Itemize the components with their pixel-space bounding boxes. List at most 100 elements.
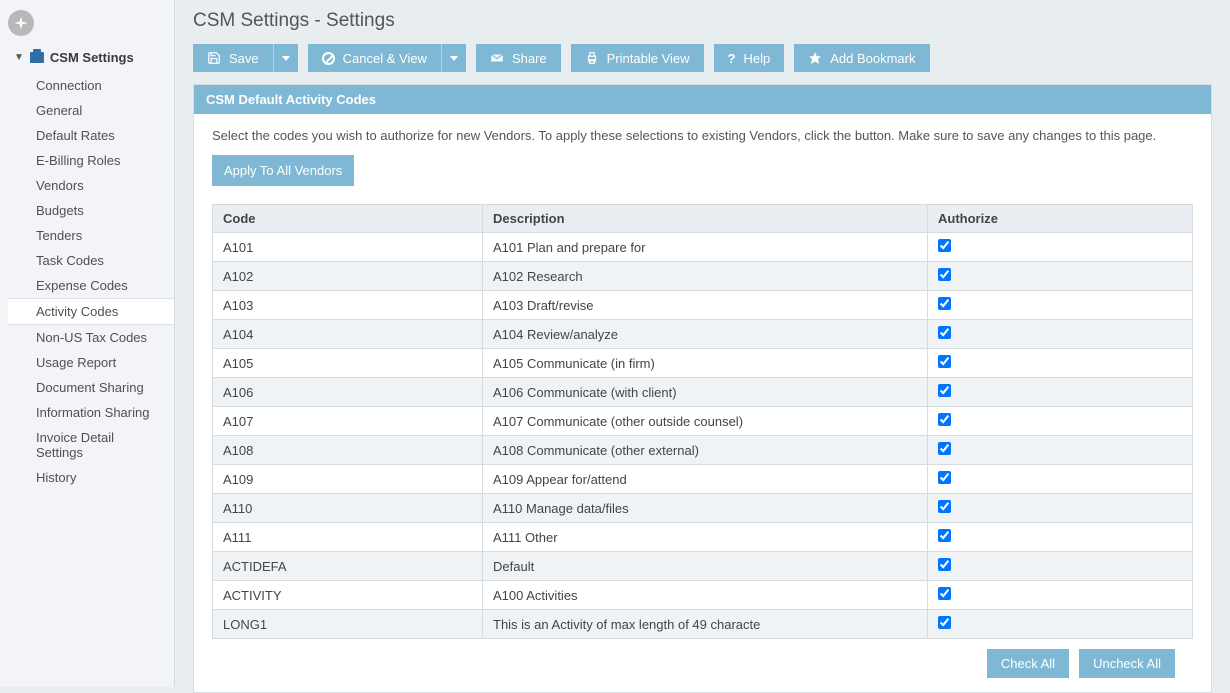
cell-code: A109 [213,465,483,494]
cell-authorize [928,378,1193,407]
cell-code: ACTIVITY [213,581,483,610]
sidebar-item-usage-report[interactable]: Usage Report [8,350,174,375]
authorize-checkbox[interactable] [938,384,951,397]
sidebar-item-document-sharing[interactable]: Document Sharing [8,375,174,400]
briefcase-icon [30,52,44,63]
activity-codes-panel: CSM Default Activity Codes Select the co… [193,84,1212,693]
save-button[interactable]: Save [193,44,273,72]
cell-description: A101 Plan and prepare for [483,233,928,262]
authorize-checkbox[interactable] [938,558,951,571]
sidebar-item-invoice-detail-settings[interactable]: Invoice Detail Settings [8,425,174,465]
authorize-checkbox[interactable] [938,239,951,252]
cell-code: A111 [213,523,483,552]
sidebar-item-information-sharing[interactable]: Information Sharing [8,400,174,425]
cell-code: A106 [213,378,483,407]
authorize-checkbox[interactable] [938,297,951,310]
sidebar-item-budgets[interactable]: Budgets [8,198,174,223]
sidebar-root-label: CSM Settings [50,50,134,65]
sidebar-item-label: History [36,470,76,485]
sidebar-item-label: Task Codes [36,253,104,268]
cancel-icon [322,52,335,65]
sidebar-item-label: Usage Report [36,355,116,370]
cell-code: ACTIDEFA [213,552,483,581]
authorize-checkbox[interactable] [938,471,951,484]
sidebar-item-default-rates[interactable]: Default Rates [8,123,174,148]
uncheck-all-button[interactable]: Uncheck All [1079,649,1175,678]
authorize-checkbox[interactable] [938,529,951,542]
cell-code: A103 [213,291,483,320]
sidebar-item-task-codes[interactable]: Task Codes [8,248,174,273]
sidebar-item-e-billing-roles[interactable]: E-Billing Roles [8,148,174,173]
save-dropdown-button[interactable] [273,44,298,72]
cell-code: A107 [213,407,483,436]
sidebar-item-general[interactable]: General [8,98,174,123]
table-row: A106A106 Communicate (with client) [213,378,1193,407]
panel-instructions: Select the codes you wish to authorize f… [212,128,1193,143]
cancel-view-button[interactable]: Cancel & View [308,44,441,72]
cell-authorize [928,262,1193,291]
cell-authorize [928,291,1193,320]
app-logo-icon [8,10,34,36]
help-label: Help [743,51,770,66]
table-row: A104A104 Review/analyze [213,320,1193,349]
table-row: A105A105 Communicate (in firm) [213,349,1193,378]
cancel-button-group: Cancel & View [308,44,466,72]
table-row: A110A110 Manage data/files [213,494,1193,523]
table-row: ACTIVITYA100 Activities [213,581,1193,610]
printable-view-button[interactable]: Printable View [571,44,704,72]
cell-authorize [928,320,1193,349]
cancel-dropdown-button[interactable] [441,44,466,72]
sidebar-item-label: Invoice Detail Settings [36,430,114,460]
check-all-button[interactable]: Check All [987,649,1069,678]
sidebar-item-label: Non-US Tax Codes [36,330,147,345]
sidebar-root-csm-settings[interactable]: ▼ CSM Settings [8,46,174,69]
sidebar-item-expense-codes[interactable]: Expense Codes [8,273,174,298]
apply-to-all-vendors-button[interactable]: Apply To All Vendors [212,155,354,186]
add-bookmark-button[interactable]: Add Bookmark [794,44,929,72]
sidebar-item-activity-codes[interactable]: Activity Codes [8,298,174,325]
table-row: ACTIDEFADefault [213,552,1193,581]
sidebar-item-tenders[interactable]: Tenders [8,223,174,248]
panel-header: CSM Default Activity Codes [194,85,1211,114]
share-icon [490,51,504,65]
cell-description: A110 Manage data/files [483,494,928,523]
authorize-checkbox[interactable] [938,500,951,513]
cell-description: A100 Activities [483,581,928,610]
authorize-checkbox[interactable] [938,442,951,455]
cell-description: Default [483,552,928,581]
cell-description: A106 Communicate (with client) [483,378,928,407]
col-header-description: Description [483,205,928,233]
authorize-checkbox[interactable] [938,616,951,629]
share-button[interactable]: Share [476,44,561,72]
authorize-checkbox[interactable] [938,587,951,600]
caret-down-icon [450,56,458,61]
star-icon [808,51,822,65]
col-header-authorize: Authorize [928,205,1193,233]
main-content: CSM Settings - Settings Save Cancel & Vi… [175,0,1230,687]
caret-down-icon [282,56,290,61]
sidebar-item-label: Budgets [36,203,84,218]
sidebar-item-history[interactable]: History [8,465,174,490]
authorize-checkbox[interactable] [938,268,951,281]
table-row: A102A102 Research [213,262,1193,291]
cell-code: A105 [213,349,483,378]
sidebar-item-connection[interactable]: Connection [8,73,174,98]
sidebar-item-non-us-tax-codes[interactable]: Non-US Tax Codes [8,325,174,350]
cell-code: A102 [213,262,483,291]
cell-authorize [928,436,1193,465]
cell-authorize [928,494,1193,523]
authorize-checkbox[interactable] [938,326,951,339]
sidebar-item-vendors[interactable]: Vendors [8,173,174,198]
cell-description: A108 Communicate (other external) [483,436,928,465]
cell-code: A110 [213,494,483,523]
authorize-checkbox[interactable] [938,355,951,368]
help-button[interactable]: ? Help [714,44,785,72]
cell-description: A104 Review/analyze [483,320,928,349]
col-header-code: Code [213,205,483,233]
authorize-checkbox[interactable] [938,413,951,426]
sidebar-item-label: Vendors [36,178,84,193]
print-label: Printable View [607,51,690,66]
cell-code: A104 [213,320,483,349]
cell-authorize [928,349,1193,378]
table-row: A103A103 Draft/revise [213,291,1193,320]
